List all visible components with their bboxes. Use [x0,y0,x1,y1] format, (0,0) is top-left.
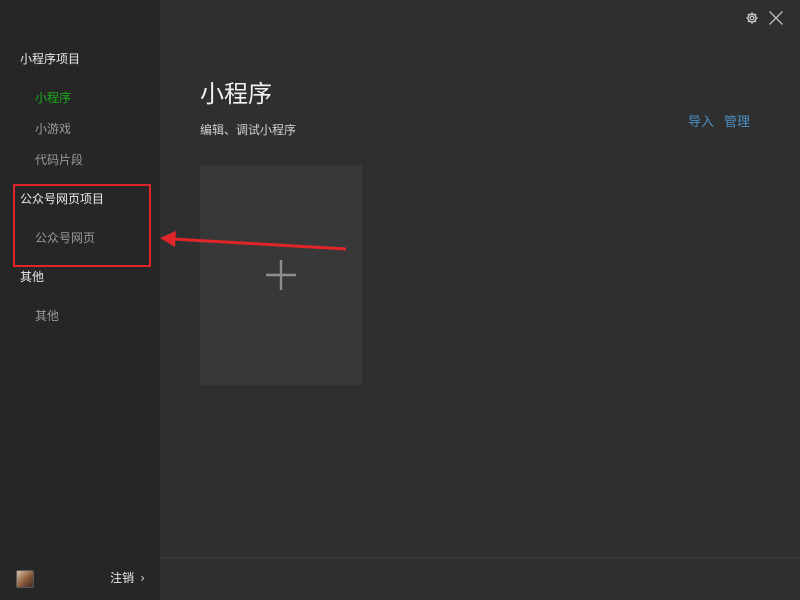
sidebar-footer: 注销 › [0,558,160,600]
close-icon[interactable] [768,10,784,26]
project-actions: 导入 管理 [678,115,750,131]
sidebar: 小程序项目 小程序 小游戏 代码片段 公众号网页项目 公众号网页 其他 其他 注… [0,0,160,600]
sidebar-item-other[interactable]: 其他 [35,308,59,324]
sidebar-item-minigame[interactable]: 小游戏 [35,121,71,137]
add-project-card[interactable] [200,165,362,385]
section-title-other: 其他 [20,270,45,284]
manage-link[interactable]: 管理 [724,115,750,130]
page-subtitle: 编辑、调试小程序 [200,123,297,137]
logout-label: 注销 [110,571,135,585]
chevron-right-icon: › [140,571,145,585]
logout-button[interactable]: 注销 › [110,570,145,586]
section-title-miniprogram-projects: 小程序项目 [20,52,81,66]
footer-divider [160,557,800,558]
plus-icon [266,260,296,290]
avatar[interactable] [16,570,34,588]
sidebar-item-miniprogram[interactable]: 小程序 [35,90,71,106]
page-title: 小程序 [200,80,272,108]
sidebar-item-code-snippet[interactable]: 代码片段 [35,152,83,168]
gear-icon[interactable] [745,11,759,25]
import-link[interactable]: 导入 [688,115,714,130]
highlight-box [13,184,151,267]
app-window: 小程序项目 小程序 小游戏 代码片段 公众号网页项目 公众号网页 其他 其他 注… [0,0,800,600]
